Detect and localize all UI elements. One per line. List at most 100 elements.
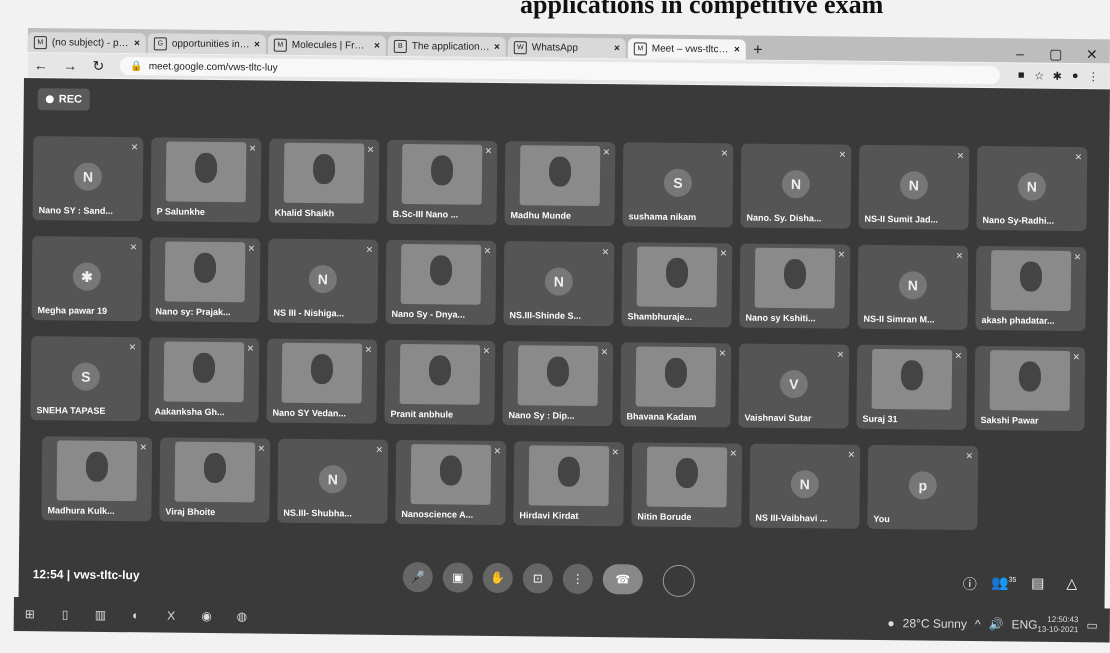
participant-tile[interactable]: ✕ Nano sy Kshiti... xyxy=(739,243,851,329)
participant-tile[interactable]: N ✕ Nano SY : Sand... xyxy=(32,136,144,222)
activities-icon[interactable]: △ xyxy=(1055,575,1089,595)
participant-tile[interactable]: ✱ ✕ Megha pawar 19 xyxy=(31,236,143,322)
present-button[interactable]: ⊡ xyxy=(522,563,553,594)
camera-indicator-icon[interactable]: ■ xyxy=(1012,69,1030,82)
participant-tile[interactable]: ✕ Viraj Bhoite xyxy=(159,437,271,523)
participant-tile[interactable]: ✕ Khalid Shaikh xyxy=(268,138,380,224)
close-tab-icon[interactable]: × xyxy=(494,41,500,52)
participant-tile[interactable]: N ✕ Nano. Sy. Disha... xyxy=(740,143,852,229)
raise-hand-button[interactable]: ✋ xyxy=(482,562,513,594)
windows-start-icon[interactable]: ⊞ xyxy=(14,607,46,621)
tab-molecules[interactable]: M Molecules | Free Full-T × xyxy=(267,34,386,56)
participant-tile[interactable]: ✕ Shambhuraje... xyxy=(621,242,733,328)
clock[interactable]: 12:50:43 13-10-2021 xyxy=(1037,615,1078,635)
edge-icon[interactable]: ◐ xyxy=(120,608,152,622)
more-options-button[interactable]: ⋮ xyxy=(562,563,593,594)
system-tray: ● 28°C Sunny ^ 🔊 ENG 12:50:43 13-10-2021… xyxy=(879,613,1097,635)
participant-tile[interactable]: N ✕ NS.III-Shinde S... xyxy=(503,241,615,327)
volume-icon[interactable]: 🔊 xyxy=(988,617,1003,631)
tab-gmail[interactable]: M (no subject) - prajakta × xyxy=(27,31,146,54)
participant-tile[interactable]: N ✕ NS-II Sumit Jad... xyxy=(858,144,970,230)
participant-name: Pranit anbhule xyxy=(390,408,454,420)
chrome-icon[interactable]: ◉ xyxy=(190,609,222,623)
participant-tile[interactable]: ✕ Madhura Kulk... xyxy=(41,436,153,522)
info-icon[interactable]: ⓘ xyxy=(953,574,987,594)
participant-tile[interactable]: ✕ Nanoscience A... xyxy=(395,439,507,526)
participant-tile[interactable]: ✕ Nano sy: Prajak... xyxy=(149,237,261,323)
close-tab-icon[interactable]: × xyxy=(374,40,380,51)
tab-application[interactable]: B The application nanot × xyxy=(387,35,506,58)
maximize-icon[interactable]: ▢ xyxy=(1038,46,1074,63)
new-tab-button[interactable]: + xyxy=(748,42,768,60)
mic-muted-icon: ✕ xyxy=(955,250,964,261)
meet-icon: M xyxy=(633,41,647,55)
tab-whatsapp[interactable]: W WhatsApp × xyxy=(507,37,626,59)
leave-call-button[interactable]: ☎ xyxy=(602,564,643,595)
participant-tile[interactable]: ✕ P Salunkhe xyxy=(150,137,262,223)
close-tab-icon[interactable]: × xyxy=(734,44,740,55)
people-icon[interactable]: 👥35 xyxy=(987,574,1021,594)
close-tab-icon[interactable]: × xyxy=(614,43,620,54)
participant-tile[interactable]: S ✕ SNEHA TAPASE xyxy=(30,336,142,422)
mic-toggle-button[interactable]: 🎤 xyxy=(402,561,433,593)
participant-tile[interactable]: N ✕ NS.III- Shubha... xyxy=(277,438,389,524)
participant-tile[interactable]: ✕ Aakanksha Gh... xyxy=(148,337,260,423)
reload-icon[interactable]: ↻ xyxy=(92,57,104,73)
participant-tile[interactable]: V ✕ Vaishnavi Sutar xyxy=(738,343,850,429)
participant-tile[interactable]: N ✕ NS III-Vaibhavi ... xyxy=(749,443,861,529)
forward-icon[interactable]: → xyxy=(63,57,77,73)
participant-tile[interactable]: ✕ Nano Sy - Dnya... xyxy=(385,239,497,325)
minimize-icon[interactable]: – xyxy=(1002,45,1038,62)
participant-tile[interactable]: ✕ Nitin Borude xyxy=(631,442,743,528)
participant-tile[interactable]: N ✕ NS III - Nishiga... xyxy=(267,238,379,324)
mic-muted-icon: ✕ xyxy=(602,147,611,158)
task-view-icon[interactable]: ▯ xyxy=(49,607,81,622)
participant-avatar: N xyxy=(898,271,928,300)
weather-icon[interactable]: ● xyxy=(887,616,894,630)
profile-avatar[interactable]: ● xyxy=(1066,69,1084,82)
bookmark-star-icon[interactable]: ☆ xyxy=(1030,69,1048,82)
participant-tile[interactable]: ✕ Sakshi Pawar xyxy=(974,345,1086,432)
close-window-icon[interactable]: ✕ xyxy=(1074,46,1110,63)
taskbar-apps: ⊞ ▯ ▥ ◐ X ◉ ◍ xyxy=(14,607,258,624)
meeting-info: 12:54 | vws-tltc-luy xyxy=(33,567,333,584)
participant-tile[interactable]: N ✕ Nano Sy-Radhi... xyxy=(976,145,1088,232)
participant-tile[interactable]: N ✕ NS-II Simran M... xyxy=(857,244,969,330)
notifications-icon[interactable]: ▭ xyxy=(1086,618,1097,632)
weather-text[interactable]: 28°C Sunny xyxy=(903,616,967,631)
participant-tile[interactable]: ✕ akash phadatar... xyxy=(975,245,1087,332)
participant-tile[interactable]: ✕ Bhavana Kadam xyxy=(620,342,732,428)
participant-tile[interactable]: S ✕ sushama nikam xyxy=(622,142,734,228)
file-explorer-icon[interactable]: ▥ xyxy=(84,608,116,622)
participant-tile[interactable]: ✕ Nano Sy : Dip... xyxy=(502,341,614,427)
participant-name: Hirdavi Kirdat xyxy=(519,510,579,521)
participant-tile[interactable]: ✕ Suraj 31 xyxy=(856,344,968,430)
close-tab-icon[interactable]: × xyxy=(134,38,140,49)
tray-chevron-icon[interactable]: ^ xyxy=(975,617,981,631)
back-icon[interactable]: ← xyxy=(34,57,48,73)
hand-icon: ✋ xyxy=(490,570,506,586)
excel-icon[interactable]: X xyxy=(155,608,187,623)
lang-indicator[interactable]: ENG xyxy=(1011,617,1037,631)
participant-tile[interactable]: ✕ Hirdavi Kirdat xyxy=(513,441,625,527)
participant-video xyxy=(174,441,255,503)
extensions-icon[interactable]: ✱ xyxy=(1048,69,1066,82)
mic-muted-icon: ✕ xyxy=(366,144,375,155)
tab-meet[interactable]: M Meet – vws-tltc-luy × xyxy=(627,38,746,60)
participant-tile[interactable]: ✕ Madhu Munde xyxy=(504,141,616,227)
mic-muted-icon: ✕ xyxy=(718,348,727,359)
browser-menu-icon[interactable]: ⋮ xyxy=(1084,70,1102,83)
participant-tile[interactable]: ✕ B.Sc-III Nano ... xyxy=(386,139,498,225)
participant-tile[interactable]: ✕ Nano SY Vedan... xyxy=(266,338,378,424)
chat-icon[interactable]: ▤ xyxy=(1021,574,1055,594)
app-icon[interactable]: ◍ xyxy=(226,609,258,623)
reaction-button[interactable] xyxy=(662,564,695,598)
participant-name: Shambhuraje... xyxy=(627,311,693,323)
participant-name: Sakshi Pawar xyxy=(980,415,1039,426)
tab-google-search[interactable]: Gopportunities in nano × xyxy=(147,33,266,55)
participant-tile[interactable]: p ✕ You xyxy=(867,444,979,531)
participant-avatar: N xyxy=(781,169,811,199)
participant-tile[interactable]: ✕ Pranit anbhule xyxy=(384,339,496,425)
camera-toggle-button[interactable]: ▣ xyxy=(442,562,473,593)
close-tab-icon[interactable]: × xyxy=(254,39,260,50)
